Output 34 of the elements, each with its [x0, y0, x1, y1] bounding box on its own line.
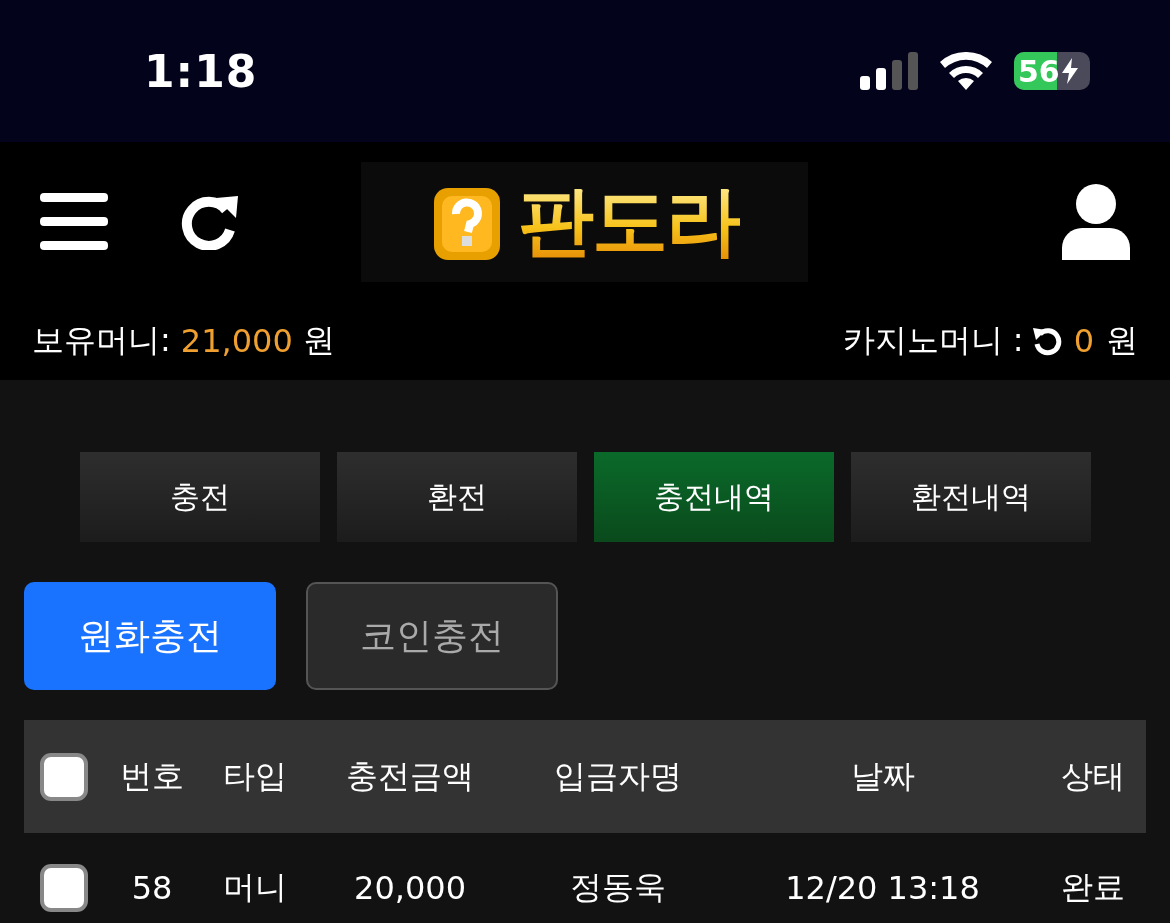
money-unit: 원	[302, 320, 335, 361]
charge-type-button[interactable]: 원화충전	[24, 582, 276, 690]
casino-money-unit: 원	[1106, 320, 1138, 361]
table-cell-text: 정동욱	[568, 867, 667, 908]
column-header: 충전금액	[345, 755, 475, 797]
tab[interactable]: 환전	[337, 452, 577, 542]
casino-money-value: 0	[1073, 322, 1094, 360]
casino-money-label: 카지노머니 :	[842, 320, 1024, 361]
table-cell-text: 완료	[1060, 867, 1126, 908]
table-cell-text: 20,000	[353, 869, 467, 907]
money-label: 보유머니:	[32, 320, 171, 361]
wifi-icon	[940, 52, 992, 90]
signal-icon	[860, 52, 918, 90]
money-value: 21,000	[180, 322, 293, 360]
column-header: 번호	[119, 755, 185, 797]
column-header: 날짜	[849, 755, 916, 797]
refresh-icon[interactable]	[1031, 326, 1062, 356]
charge-type-button[interactable]: 코인충전	[306, 582, 558, 690]
column-header: 타입	[222, 755, 288, 797]
clock: 1:18	[144, 45, 258, 97]
table-cell-text: 12/20 13:18	[784, 869, 981, 907]
refresh-icon[interactable]	[180, 194, 240, 250]
tab[interactable]: 환전내역	[851, 452, 1091, 542]
tab[interactable]: 충전내역	[594, 452, 834, 542]
select-all-checkbox[interactable]	[40, 752, 88, 801]
column-header: 입금자명	[552, 755, 683, 797]
column-header: 상태	[1060, 755, 1126, 797]
table-cell-text: 58	[130, 869, 174, 907]
tab[interactable]: 충전	[80, 452, 320, 542]
logo[interactable]: 판도라	[361, 162, 808, 282]
menu-icon[interactable]	[40, 193, 108, 251]
user-icon[interactable]	[1062, 184, 1130, 260]
table-cell-text: 머니	[222, 867, 288, 908]
row-checkbox[interactable]	[40, 864, 88, 912]
